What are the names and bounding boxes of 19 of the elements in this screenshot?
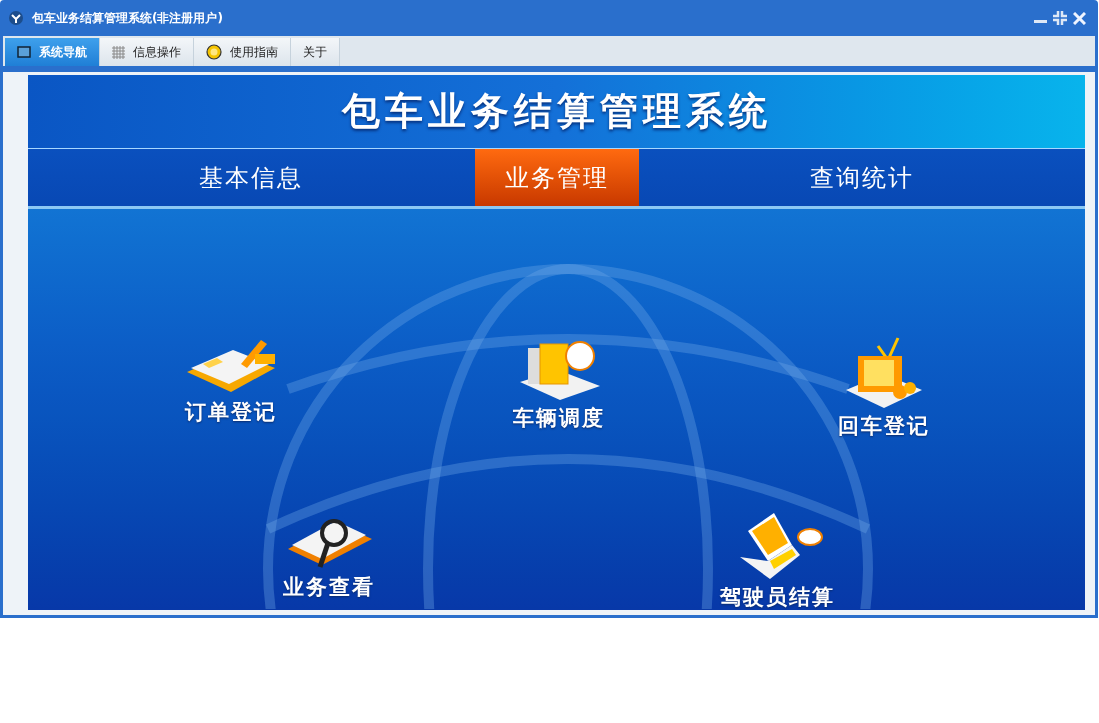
app-logo-icon (8, 10, 24, 26)
function-label[interactable]: 回车登记 (838, 416, 930, 437)
monitor-icon (17, 46, 31, 58)
nav-tab[interactable]: 查询统计 (638, 149, 1085, 206)
grid-icon (112, 45, 125, 59)
help-icon (206, 44, 222, 60)
function-label[interactable]: 业务查看 (283, 577, 375, 598)
banner-title: 包车业务结算管理系统 (341, 88, 772, 135)
function-label[interactable]: 驾驶员结算 (720, 587, 835, 608)
window-title: 包车业务结算管理系统(非注册用户) (32, 10, 223, 27)
close-icon[interactable] (1073, 11, 1086, 25)
nav-tab[interactable]: 基本信息 (28, 149, 475, 206)
restore-icon[interactable] (1053, 11, 1067, 25)
nav-tab[interactable]: 业务管理 (474, 149, 639, 206)
menu-tab[interactable]: 关于 (291, 38, 340, 66)
menu-tab[interactable]: 信息操作 (100, 38, 194, 66)
menu-tab[interactable]: 使用指南 (194, 38, 291, 66)
function-label[interactable]: 订单登记 (185, 402, 277, 423)
function-label[interactable]: 车辆调度 (512, 408, 605, 429)
